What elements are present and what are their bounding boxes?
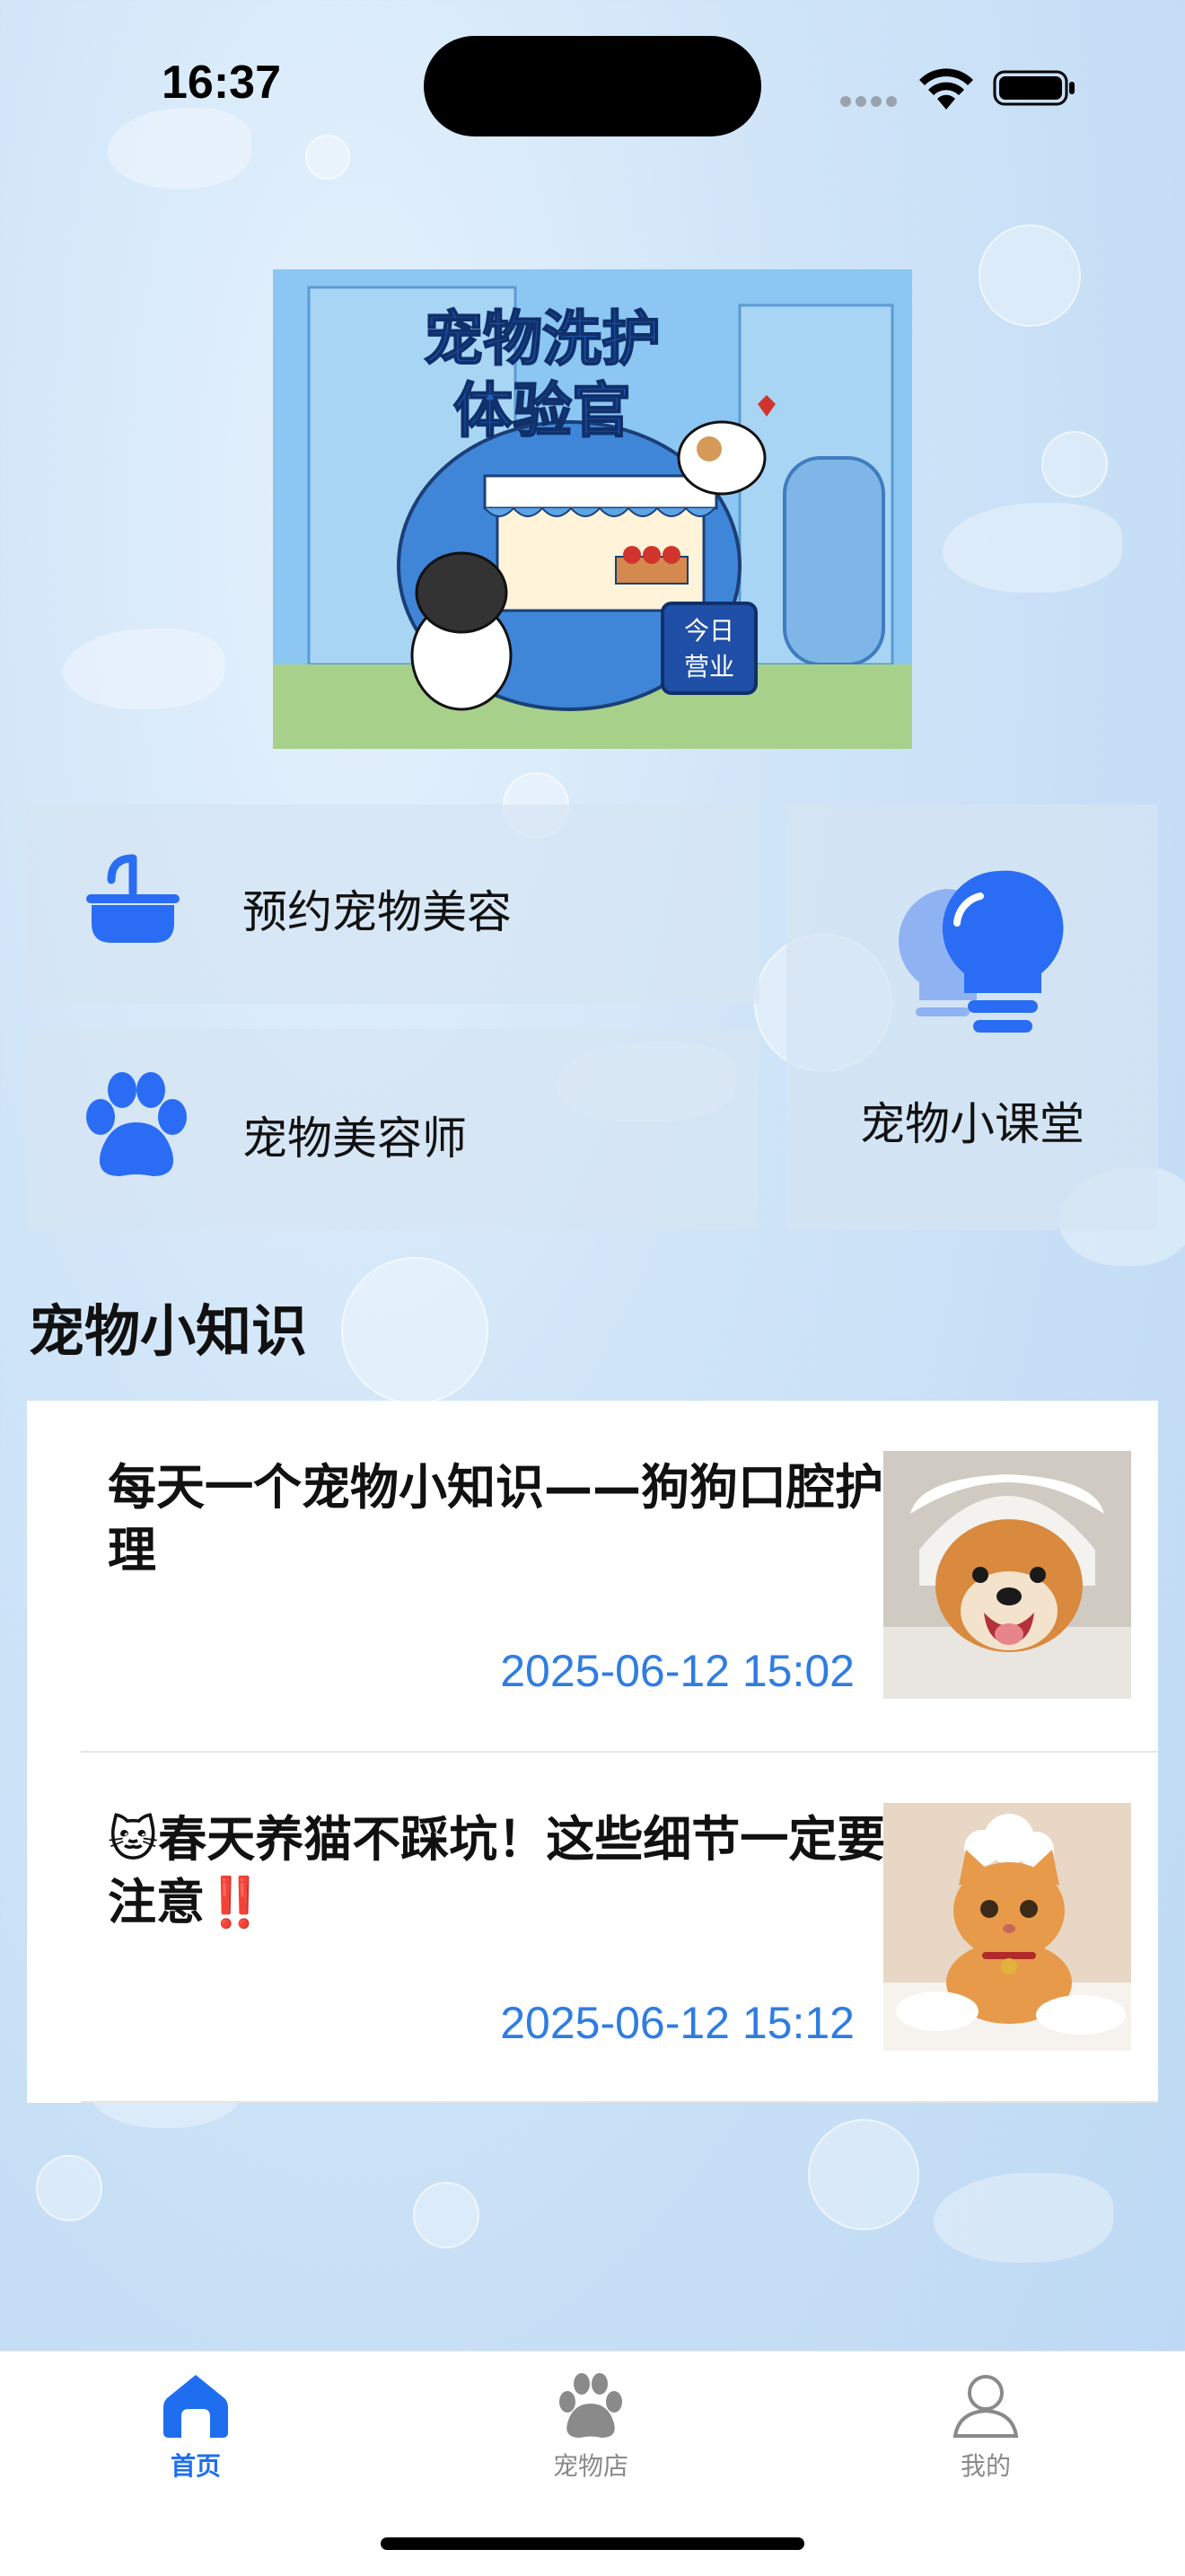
- lightbulb-icon: [899, 870, 1064, 1033]
- promo-banner[interactable]: 今日 营业 宠物洗护 体验官: [273, 269, 912, 749]
- article-item-spring-cat[interactable]: 🐱春天养猫不踩坑！这些细节一定要注意‼️ 2025-06-12 15:12: [27, 1753, 1158, 2103]
- tab-pet-shop[interactable]: 宠物店: [456, 2352, 725, 2495]
- pet-class-label: 宠物小课堂: [860, 1098, 1084, 1150]
- article-item-dental-care[interactable]: 每天一个宠物小知识——狗狗口腔护理 2025-06-12 15:02: [27, 1401, 1158, 1751]
- shiba-dog-thumbnail: [883, 1451, 1131, 1699]
- banner-illustration: 今日 营业 宠物洗护 体验官: [273, 269, 912, 749]
- home-icon: [163, 2375, 228, 2438]
- wifi-icon: [919, 68, 973, 110]
- groomers-tile[interactable]: 宠物美容师: [27, 1029, 759, 1230]
- user-icon: [952, 2375, 1019, 2438]
- banner-title-line2: 体验官: [453, 376, 631, 445]
- article-title: 🐱春天养猫不踩坑！这些细节一定要注意‼️: [108, 1811, 886, 1930]
- paw-icon: [559, 2373, 622, 2438]
- banner-sign-line1: 今日: [684, 616, 734, 646]
- battery-icon: [993, 70, 1075, 106]
- grooming-booking-tile[interactable]: 预约宠物美容: [27, 804, 759, 1004]
- banner-sign-line2: 营业: [684, 652, 734, 681]
- article-list: 每天一个宠物小知识——狗狗口腔护理 2025-06-12 15:02 🐱春天养猫…: [27, 1401, 1158, 2103]
- article-divider: [81, 2101, 1158, 2103]
- bathtub-icon: [86, 854, 180, 943]
- tab-home[interactable]: 首页: [61, 2352, 330, 2495]
- pet-class-tile[interactable]: 宠物小课堂: [786, 804, 1158, 1230]
- grooming-booking-label: 预约宠物美容: [242, 886, 512, 938]
- banner-title-line1: 宠物洗护: [424, 304, 661, 374]
- article-timestamp: 2025-06-12 15:12: [500, 1998, 855, 2048]
- cat-bath-thumbnail: [883, 1803, 1131, 2051]
- status-time: 16:37: [162, 57, 281, 109]
- cellular-signal-icon: [840, 93, 903, 107]
- knowledge-section-title: 宠物小知识: [29, 1298, 308, 1364]
- groomers-label: 宠物美容师: [242, 1112, 467, 1165]
- article-title: 每天一个宠物小知识——狗狗口腔护理: [108, 1459, 883, 1578]
- tab-label-home: 首页: [170, 2451, 221, 2481]
- article-timestamp: 2025-06-12 15:02: [500, 1646, 855, 1696]
- status-bar: 16:37: [0, 0, 1185, 171]
- home-indicator[interactable]: [381, 2537, 804, 2550]
- tab-label-pet-shop: 宠物店: [552, 2451, 628, 2481]
- paw-icon: [86, 1072, 187, 1176]
- dynamic-island: [424, 36, 761, 136]
- tab-profile[interactable]: 我的: [851, 2352, 1120, 2495]
- tab-label-profile: 我的: [960, 2451, 1011, 2481]
